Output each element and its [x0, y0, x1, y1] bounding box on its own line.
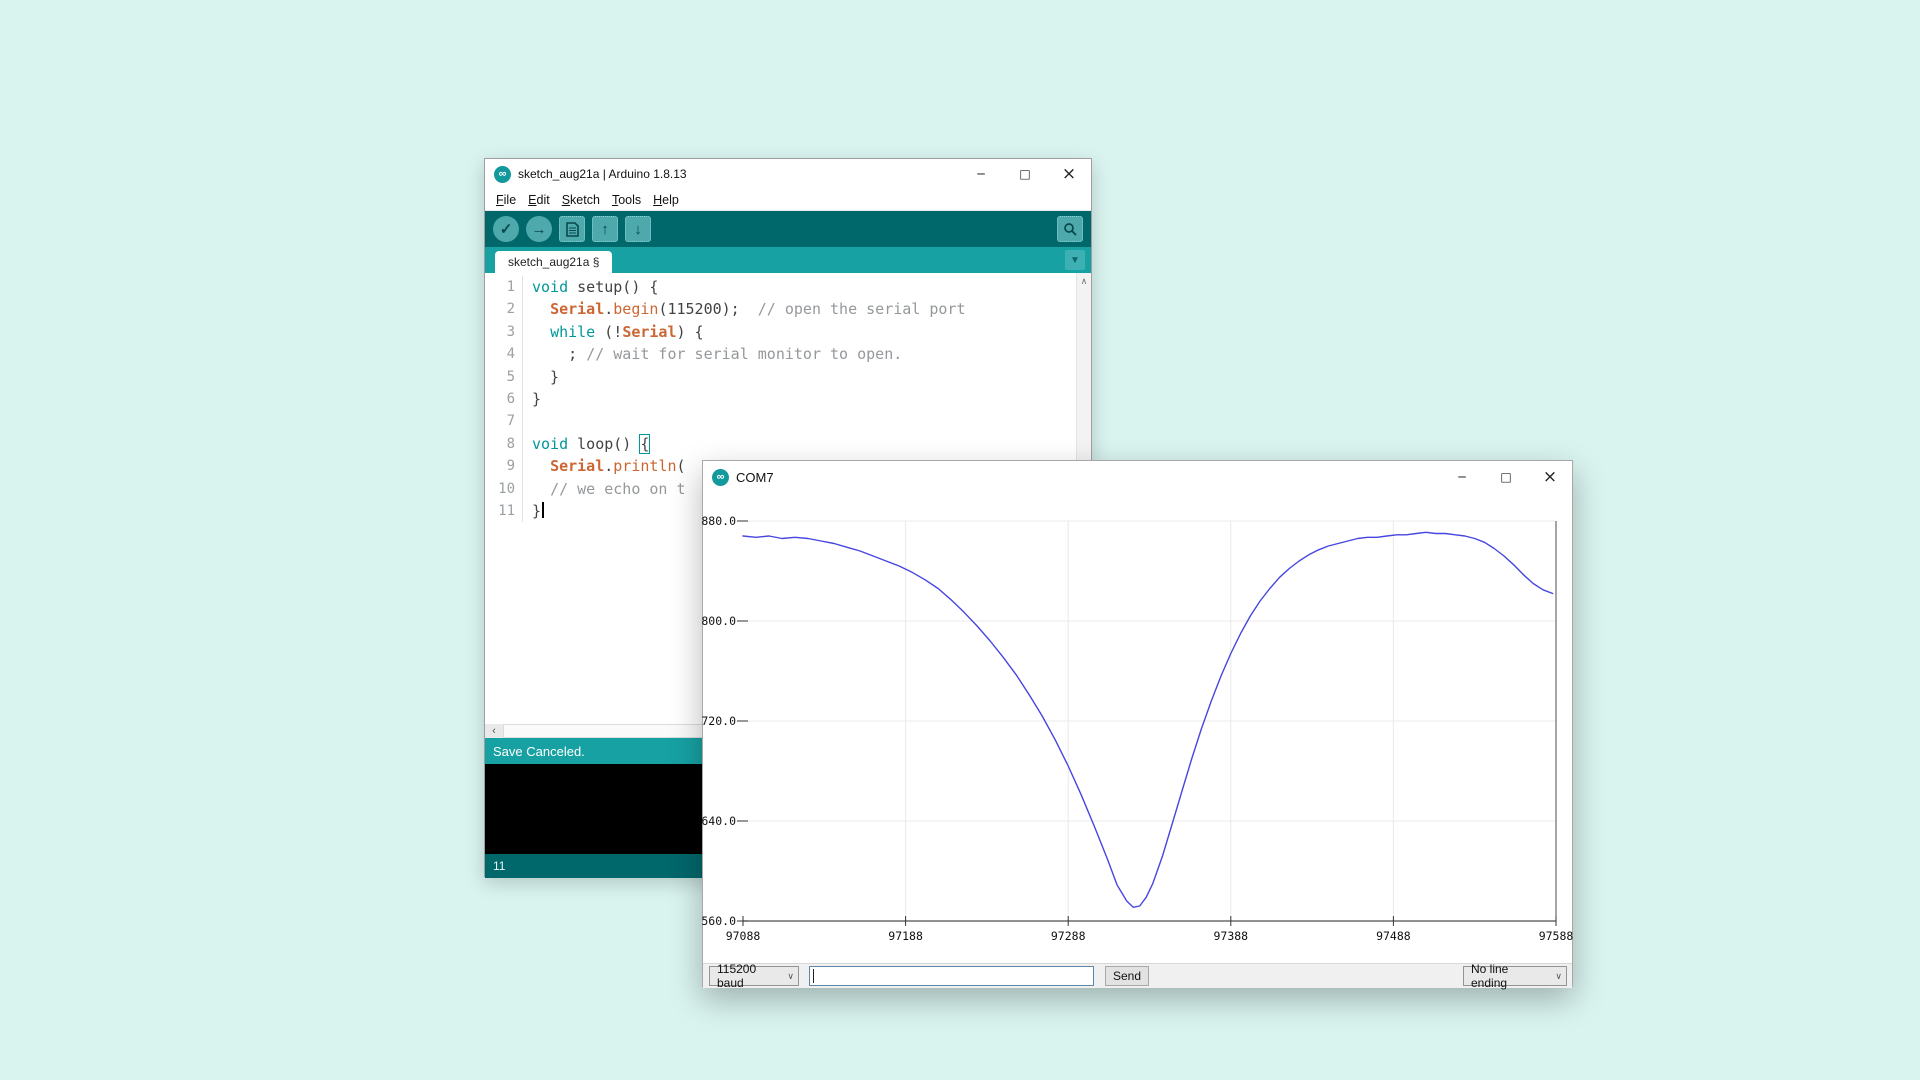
x-tick-label: 97088 [726, 929, 761, 943]
minimize-icon[interactable]: ─ [959, 159, 1003, 189]
arduino-logo-icon: ∞ [712, 468, 729, 486]
line-text [523, 410, 532, 432]
line-text: } [523, 500, 545, 522]
y-tick-label: 560.0 [701, 914, 736, 928]
line-text: void setup() { [532, 278, 659, 296]
text-caret [542, 502, 545, 519]
baud-rate-value: 115200 baud [717, 962, 757, 990]
chevron-down-icon: ∨ [787, 970, 794, 981]
code-line[interactable]: 5 } [485, 365, 1091, 389]
x-tick-label: 97388 [1213, 929, 1248, 943]
verify-button[interactable]: ✓ [493, 216, 519, 242]
up-arrow-icon: ↑ [601, 220, 609, 238]
line-text: } [532, 367, 560, 386]
line-number: 5 [485, 365, 523, 389]
send-button[interactable]: Send [1105, 966, 1149, 986]
line-number: 6 [485, 388, 523, 411]
code-line[interactable]: 4 ; // wait for serial monitor to open. [485, 343, 1091, 366]
line-number: 3 [485, 320, 523, 344]
x-tick-label: 97488 [1376, 929, 1411, 943]
maximize-icon[interactable]: □ [1484, 461, 1528, 493]
code-line[interactable]: 6} [485, 388, 1091, 411]
line-text: while (!Serial) { [550, 322, 704, 341]
serial-plot-chart: 97088 97188 97288 97388 97488 97588 880.0 800.0… [701, 514, 1574, 943]
plotter-titlebar: ∞ COM7 ─ □ × [703, 461, 1572, 493]
plotter-controls-bar: 115200 baud ∨ Send No line ending ∨ [703, 962, 1572, 990]
menu-item-help[interactable]: Help [647, 191, 685, 209]
new-sketch-button[interactable] [559, 216, 585, 242]
close-icon[interactable]: × [1528, 461, 1572, 493]
serial-send-input[interactable] [809, 966, 1094, 986]
y-tick-label: 880.0 [701, 514, 736, 528]
line-text: ; // wait for serial monitor to open. [532, 345, 903, 364]
menu-item-file[interactable]: File [490, 191, 522, 209]
text-caret [813, 969, 814, 983]
desktop: { "page": {"background": "#d9f3ef"}, "ic… [0, 0, 1920, 1080]
serial-plotter-window: ∞ COM7 ─ □ × 97088 97188 97288 97388 97488 97… [701, 460, 1574, 990]
line-number: 4 [485, 343, 523, 366]
send-button-label: Send [1112, 969, 1142, 983]
status-text: Save Canceled. [493, 743, 585, 759]
scroll-left-icon[interactable]: ‹ [485, 724, 503, 738]
toolbar: ✓ → ↑ ↓ [485, 211, 1091, 247]
menu-item-edit[interactable]: Edit [522, 191, 556, 209]
menu-bar: File Edit Sketch Tools Help [485, 189, 1091, 211]
tab-menu-button[interactable]: ▼ [1065, 250, 1085, 270]
y-tick-label: 800.0 [701, 614, 736, 628]
line-text: Serial.begin(115200); // open the serial… [550, 300, 966, 319]
data-series-line [742, 531, 1554, 908]
save-sketch-button[interactable]: ↓ [625, 216, 651, 242]
right-arrow-icon: → [531, 220, 547, 238]
tab-strip: sketch_aug21a § ▼ [485, 247, 1091, 273]
tab-label: sketch_aug21a § [508, 255, 600, 269]
line-text: } [532, 390, 542, 409]
chevron-down-icon: ∨ [1555, 970, 1562, 981]
window-title: sketch_aug21a | Arduino 1.8.13 [518, 167, 687, 181]
line-number: 10 [485, 477, 523, 501]
menu-item-tools[interactable]: Tools [606, 191, 647, 209]
magnifier-icon [1064, 223, 1077, 236]
line-number: 7 [485, 410, 523, 433]
x-tick-label: 97288 [1051, 929, 1086, 943]
line-number: 9 [485, 455, 523, 478]
line-number: 1 [485, 276, 523, 299]
serial-monitor-button[interactable] [1057, 216, 1083, 242]
close-icon[interactable]: × [1047, 159, 1091, 189]
baud-rate-select[interactable]: 115200 baud ∨ [709, 962, 799, 990]
arduino-logo-icon: ∞ [494, 165, 511, 183]
code-line[interactable]: 8 void loop() { [485, 432, 1091, 456]
x-tick-label: 97188 [888, 929, 923, 943]
code-line[interactable]: 2 Serial.begin(115200); // open the seri… [485, 298, 1091, 321]
line-number: 8 [485, 432, 523, 456]
line-ending-select[interactable]: No line ending ∨ [1463, 962, 1567, 990]
minimize-icon[interactable]: ─ [1440, 461, 1484, 493]
code-line[interactable]: 7 [485, 410, 1091, 433]
scroll-up-icon[interactable]: ∧ [1077, 273, 1091, 289]
arduino-titlebar: ∞ sketch_aug21a | Arduino 1.8.13 ─ □ × [485, 159, 1091, 189]
window-title: COM7 [736, 469, 774, 485]
line-number: 11 [485, 500, 523, 523]
down-arrow-icon: ↓ [634, 220, 642, 238]
code-line[interactable]: 3 while (!Serial) { [485, 320, 1091, 344]
document-icon [565, 221, 579, 237]
line-text: Serial.println( [550, 457, 686, 476]
line-text: void loop() { [532, 434, 650, 453]
line-ending-value: No line ending [1471, 962, 1509, 990]
chevron-down-icon: ▼ [1070, 254, 1080, 266]
y-tick-label: 640.0 [701, 814, 736, 828]
maximize-icon[interactable]: □ [1003, 159, 1047, 189]
x-tick-label: 97588 [1539, 929, 1574, 943]
menu-item-sketch[interactable]: Sketch [556, 191, 606, 209]
y-tick-label: 720.0 [701, 714, 736, 728]
upload-button[interactable]: → [526, 216, 552, 242]
cursor-line-indicator: 11 [493, 859, 506, 873]
open-sketch-button[interactable]: ↑ [592, 216, 618, 242]
check-icon: ✓ [499, 221, 513, 238]
line-text: // we echo on t [550, 479, 686, 498]
line-number: 2 [485, 298, 523, 321]
tab-sketch-aug21a[interactable]: sketch_aug21a § [495, 251, 613, 273]
code-line[interactable]: 1 void setup() { [485, 276, 1091, 299]
